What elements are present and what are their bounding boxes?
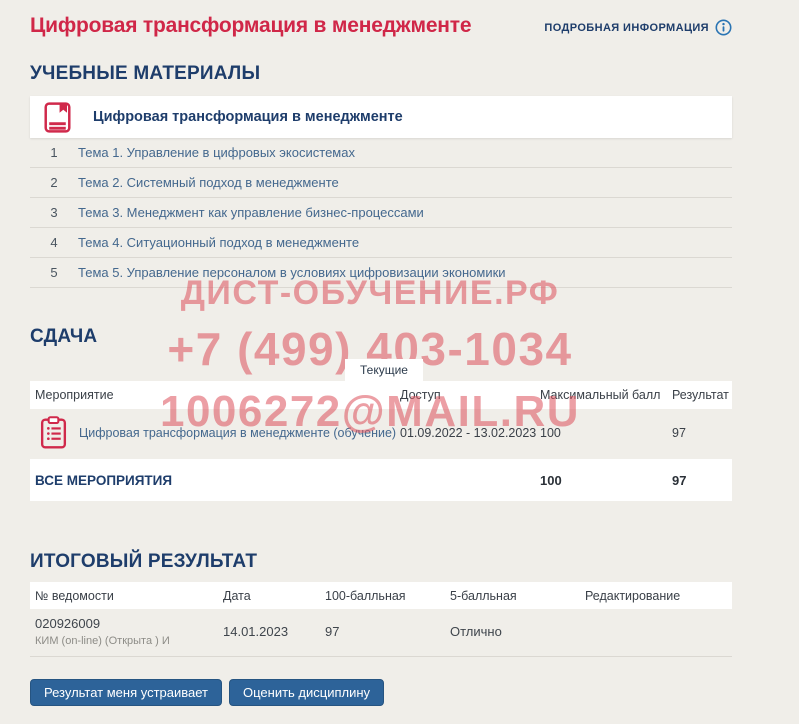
materials-heading: УЧЕБНЫЕ МАТЕРИАЛЫ — [30, 63, 732, 85]
event-max-score: 100 — [540, 426, 672, 440]
page-header: Цифровая трансформация в менеджменте ПОД… — [30, 0, 732, 38]
rate-discipline-button[interactable]: Оценить дисциплину — [229, 679, 384, 706]
col-5-scale: 5-балльная — [450, 589, 585, 603]
final-score-100: 97 — [325, 624, 450, 639]
detailed-info-link[interactable]: ПОДРОБНАЯ ИНФОРМАЦИЯ — [544, 19, 732, 36]
topic-number: 4 — [30, 235, 70, 250]
topic-link[interactable]: Тема 5. Управление персоналом в условиях… — [78, 265, 506, 280]
total-result: 97 — [672, 473, 732, 488]
topic-number: 1 — [30, 145, 70, 160]
topic-link[interactable]: Тема 4. Ситуационный подход в менеджмент… — [78, 235, 359, 250]
final-heading: ИТОГОВЫЙ РЕЗУЛЬТАТ — [30, 551, 732, 573]
sdacha-total-row: ВСЕ МЕРОПРИЯТИЯ 100 97 — [30, 459, 732, 501]
col-sheet-number: № ведомости — [30, 589, 223, 603]
topics-list: 1 Тема 1. Управление в цифровых экосисте… — [30, 138, 732, 288]
topic-row: 1 Тема 1. Управление в цифровых экосисте… — [30, 138, 732, 168]
col-editing: Редактирование — [585, 589, 732, 603]
topic-link[interactable]: Тема 3. Менеджмент как управление бизнес… — [78, 205, 424, 220]
topic-row: 5 Тема 5. Управление персоналом в услови… — [30, 258, 732, 288]
page-container: Цифровая трансформация в менеджменте ПОД… — [30, 0, 732, 706]
sheet-number: 020926009 — [35, 616, 223, 631]
topic-row: 3 Тема 3. Менеджмент как управление бизн… — [30, 198, 732, 228]
info-icon[interactable] — [715, 19, 732, 36]
event-result: 97 — [672, 426, 732, 440]
event-link[interactable]: Цифровая трансформация в менеджменте (об… — [79, 426, 396, 440]
col-max-score: Максимальный балл — [540, 388, 672, 402]
final-table-row: 020926009 КИМ (on-line) (Открыта ) И 14.… — [30, 609, 732, 657]
sdacha-table-header: Мероприятие Доступ Максимальный балл Рез… — [30, 381, 732, 409]
tab-current-events[interactable]: Текущие — [345, 359, 423, 381]
detailed-info-label: ПОДРОБНАЯ ИНФОРМАЦИЯ — [544, 22, 709, 34]
topic-link[interactable]: Тема 1. Управление в цифровых экосистема… — [78, 145, 355, 160]
sdacha-heading: СДАЧА — [30, 326, 732, 348]
col-event: Мероприятие — [30, 388, 400, 402]
topic-number: 5 — [30, 265, 70, 280]
sdacha-table-row: Цифровая трансформация в менеджменте (об… — [30, 409, 732, 456]
topic-row: 4 Тема 4. Ситуационный подход в менеджме… — [30, 228, 732, 258]
final-date: 14.01.2023 — [223, 624, 325, 639]
event-access-dates: 01.09.2022 - 13.02.2023 — [400, 426, 540, 440]
sheet-subtitle: КИМ (on-line) (Открыта ) И — [35, 635, 223, 647]
book-icon — [44, 102, 71, 133]
clipboard-icon — [40, 416, 67, 449]
action-buttons: Результат меня устраивает Оценить дисцип… — [30, 679, 732, 706]
final-table-header: № ведомости Дата 100-балльная 5-балльная… — [30, 582, 732, 609]
total-label: ВСЕ МЕРОПРИЯТИЯ — [30, 473, 400, 488]
sdacha-tabs: Текущие — [30, 359, 732, 381]
topic-row: 2 Тема 2. Системный подход в менеджменте — [30, 168, 732, 198]
col-date: Дата — [223, 589, 325, 603]
topic-number: 3 — [30, 205, 70, 220]
col-result: Результат — [672, 388, 732, 402]
col-100-scale: 100-балльная — [325, 589, 450, 603]
col-access: Доступ — [400, 388, 540, 402]
topic-link[interactable]: Тема 2. Системный подход в менеджменте — [78, 175, 339, 190]
total-max-score: 100 — [540, 473, 672, 488]
topic-number: 2 — [30, 175, 70, 190]
page-title: Цифровая трансформация в менеджменте — [30, 14, 471, 38]
course-title-link[interactable]: Цифровая трансформация в менеджменте — [93, 109, 403, 125]
accept-result-button[interactable]: Результат меня устраивает — [30, 679, 222, 706]
course-card: Цифровая трансформация в менеджменте — [30, 96, 732, 138]
final-score-5: Отлично — [450, 624, 585, 639]
